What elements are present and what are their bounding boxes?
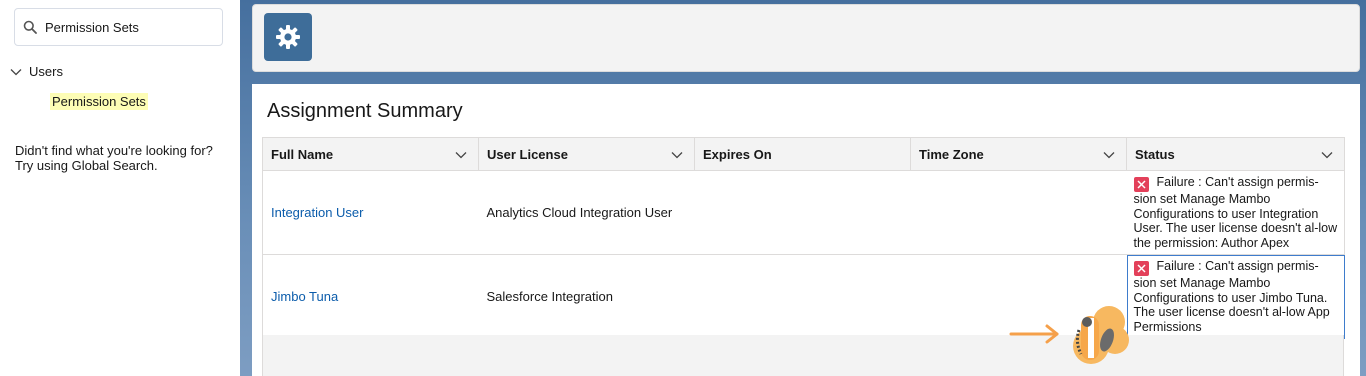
user-link[interactable]: Jimbo Tuna — [271, 289, 338, 304]
chevron-down-icon[interactable] — [670, 148, 684, 162]
assignment-table: Full Name User License Expires On Time Z… — [262, 137, 1345, 339]
column-header-label: User License — [487, 146, 568, 162]
page-title: Assignment Summary — [267, 100, 463, 122]
quick-find-input[interactable] — [45, 19, 205, 35]
setup-sidebar: Users Permission Sets Didn't find what y… — [0, 0, 240, 376]
column-header-label: Full Name — [271, 146, 334, 162]
gear-icon — [276, 25, 300, 49]
cell-time-zone — [910, 170, 1127, 255]
table-row: Jimbo Tuna Salesforce Integration Failur… — [262, 254, 1345, 339]
help-text-line1: Didn't find what you're looking for? — [15, 143, 213, 158]
cell-user-license: Salesforce Integration — [478, 254, 695, 339]
quick-find-box[interactable] — [14, 8, 223, 46]
cell-full-name: Jimbo Tuna — [262, 254, 479, 339]
chevron-down-icon[interactable] — [1102, 148, 1116, 162]
table-header-row: Full Name User License Expires On Time Z… — [262, 137, 1345, 171]
column-header-user-license[interactable]: User License — [478, 137, 695, 171]
status-text: Failure : Can't assign permis-sion set M… — [1133, 175, 1338, 250]
column-header-expires-on[interactable]: Expires On — [694, 137, 911, 171]
cell-status: Failure : Can't assign permis-sion set M… — [1126, 170, 1345, 255]
arrow-icon — [1009, 324, 1059, 344]
cell-status[interactable]: Failure : Can't assign permis-sion set M… — [1126, 254, 1345, 339]
astro-mascot-icon — [1009, 306, 1129, 364]
help-text: Didn't find what you're looking for? Try… — [15, 143, 235, 173]
error-icon — [1133, 177, 1149, 192]
page-header — [252, 4, 1360, 72]
column-header-label: Expires On — [703, 146, 772, 162]
workspace: Assignment Summary Full Name User Licens… — [240, 0, 1366, 376]
column-header-full-name[interactable]: Full Name — [262, 137, 479, 171]
cell-expires-on — [694, 254, 911, 339]
tree-item-permission-sets[interactable]: Permission Sets — [50, 93, 148, 110]
chevron-down-icon[interactable] — [1320, 148, 1334, 162]
cell-expires-on — [694, 170, 911, 255]
error-icon — [1133, 261, 1149, 276]
chevron-down-icon[interactable] — [454, 148, 468, 162]
table-footer — [262, 335, 1344, 376]
search-icon — [23, 20, 37, 34]
column-header-label: Time Zone — [919, 146, 984, 162]
help-text-line2: Try using Global Search. — [15, 158, 158, 173]
user-link[interactable]: Integration User — [271, 205, 364, 220]
table-row: Integration User Analytics Cloud Integra… — [262, 170, 1345, 255]
assignment-summary-card: Assignment Summary Full Name User Licens… — [252, 84, 1360, 376]
tree-item-users-label: Users — [29, 64, 63, 79]
chevron-down-icon[interactable] — [9, 65, 23, 79]
column-header-status[interactable]: Status — [1126, 137, 1345, 171]
column-header-time-zone[interactable]: Time Zone — [910, 137, 1127, 171]
cell-full-name: Integration User — [262, 170, 479, 255]
column-header-label: Status — [1135, 146, 1175, 162]
status-text: Failure : Can't assign permis-sion set M… — [1133, 259, 1330, 334]
setup-tile — [264, 13, 312, 61]
cell-user-license: Analytics Cloud Integration User — [478, 170, 695, 255]
tree-item-users[interactable]: Users — [9, 64, 63, 79]
